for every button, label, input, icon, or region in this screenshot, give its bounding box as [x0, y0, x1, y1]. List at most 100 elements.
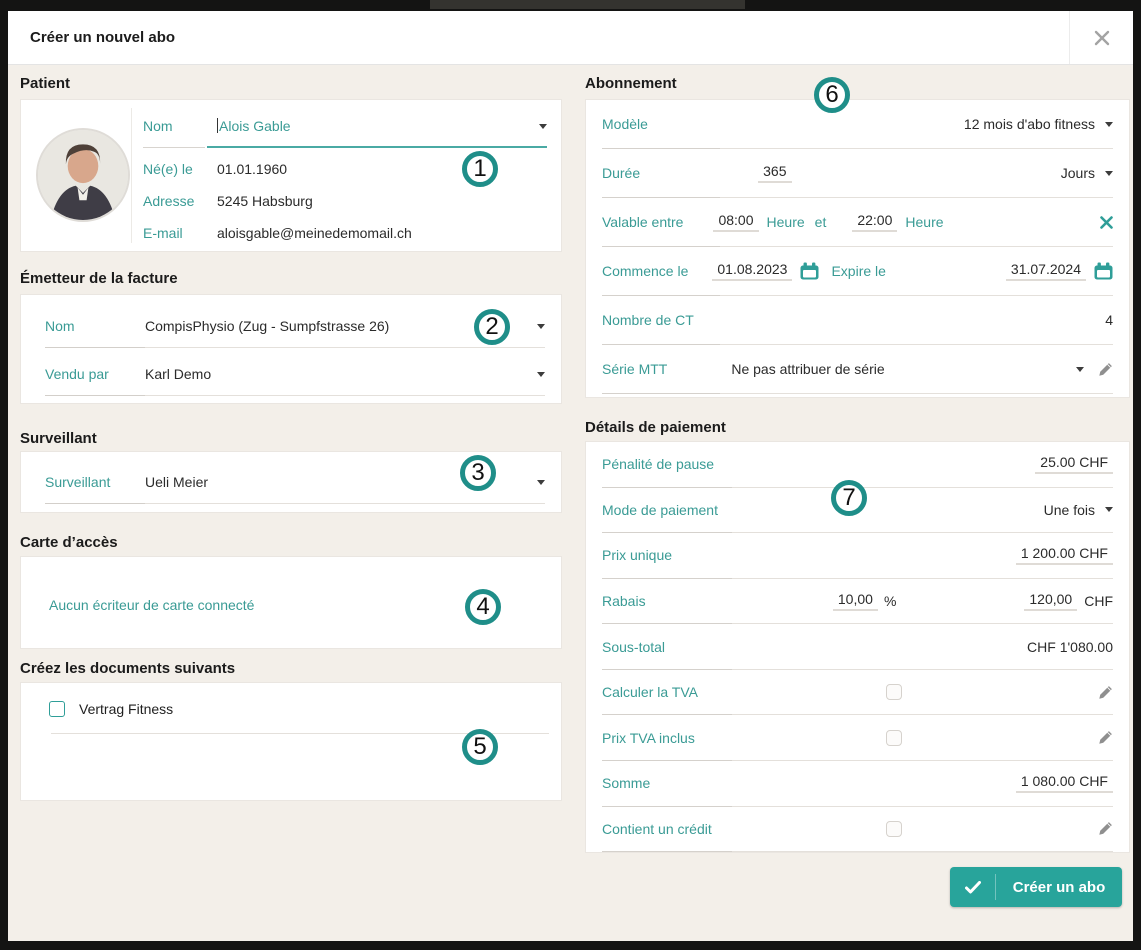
annotation-circle-3: 3 — [460, 455, 496, 491]
pause-penalty-value[interactable]: 25.00 CHF — [1035, 454, 1113, 474]
document-item-label: Vertrag Fitness — [79, 701, 173, 717]
mtt-series-dropdown-caret[interactable] — [1076, 367, 1084, 372]
credit-checkbox[interactable] — [886, 821, 902, 837]
text-cursor — [217, 118, 218, 133]
supervisor-label: Surveillant — [45, 474, 145, 490]
patient-email-label: E-mail — [143, 225, 217, 241]
issuer-seller-value[interactable]: Karl Demo — [145, 366, 211, 382]
vat-calc-row: Calculer la TVA — [602, 670, 1113, 716]
access-card-section-title: Carte d’accès — [20, 534, 118, 551]
valid-from-input[interactable]: 08:00 — [713, 212, 758, 232]
model-value[interactable]: 12 mois d'abo fitness — [964, 116, 1095, 132]
discount-amount-unit: CHF — [1084, 593, 1113, 609]
dialog-header: Créer un nouvel abo — [8, 11, 1133, 65]
duration-unit-dropdown-caret[interactable] — [1105, 171, 1113, 176]
credit-edit-icon[interactable] — [1098, 821, 1113, 836]
patient-photo — [38, 130, 128, 220]
name-input-focus-underline — [207, 146, 547, 148]
pause-penalty-label: Pénalité de pause — [602, 456, 714, 472]
subscription-section-title: Abonnement — [585, 75, 677, 92]
valid-and-label: et — [815, 214, 827, 230]
access-card-status: Aucun écriteur de carte connecté — [49, 597, 254, 613]
valid-between-row: Valable entre 08:00 Heure et 22:00 Heure — [602, 198, 1113, 247]
mtt-series-label: Série MTT — [602, 361, 667, 377]
patient-avatar — [36, 128, 130, 222]
start-calendar-icon[interactable] — [800, 262, 819, 280]
subtotal-label: Sous-total — [602, 639, 665, 655]
ct-count-value[interactable]: 4 — [1105, 312, 1113, 328]
vat-calc-label: Calculer la TVA — [602, 684, 698, 700]
discount-percent-input[interactable]: 10,00 — [833, 591, 878, 611]
supervisor-value[interactable]: Ueli Meier — [145, 474, 208, 490]
model-dropdown-caret[interactable] — [1105, 122, 1113, 127]
issuer-section-title: Émetteur de la facture — [20, 270, 178, 287]
create-subscription-dialog: Créer un nouvel abo Patient — [8, 11, 1133, 941]
payment-mode-dropdown-caret[interactable] — [1105, 507, 1113, 512]
discount-row: Rabais 10,00 % 120,00 CHF — [602, 579, 1113, 625]
valid-from-unit[interactable]: Heure — [767, 214, 805, 230]
patient-section-title: Patient — [20, 75, 70, 92]
discount-amount-input[interactable]: 120,00 — [1024, 591, 1077, 611]
close-button[interactable] — [1069, 11, 1133, 64]
annotation-circle-1: 1 — [462, 151, 498, 187]
create-subscription-button[interactable]: Créer un abo — [950, 867, 1122, 907]
subscription-card: Modèle 12 mois d'abo fitness Durée 365 J… — [585, 99, 1130, 398]
pause-penalty-row: Pénalité de pause 25.00 CHF — [602, 442, 1113, 488]
issuer-name-underline — [45, 347, 545, 348]
annotation-circle-6: 6 — [814, 77, 850, 113]
issuer-seller-label: Vendu par — [45, 366, 145, 382]
end-label: Expire le — [831, 263, 885, 279]
model-label: Modèle — [602, 116, 648, 132]
mtt-series-value[interactable]: Ne pas attribuer de série — [731, 361, 884, 377]
patient-name-input[interactable]: Alois Gable — [217, 118, 291, 134]
payment-mode-value[interactable]: Une fois — [1044, 502, 1095, 518]
issuer-seller-dropdown-caret[interactable] — [537, 372, 545, 377]
unit-price-value[interactable]: 1 200.00 CHF — [1016, 545, 1113, 565]
credit-label: Contient un crédit — [602, 821, 712, 837]
sum-value[interactable]: 1 080.00 CHF — [1016, 773, 1113, 793]
duration-unit[interactable]: Jours — [1061, 165, 1095, 181]
patient-card-divider — [131, 108, 132, 243]
supervisor-dropdown-caret[interactable] — [537, 480, 545, 485]
dates-row: Commence le 01.08.2023 Expire le 31.07.2… — [602, 247, 1113, 296]
vat-calc-checkbox[interactable] — [886, 684, 902, 700]
supervisor-underline — [45, 503, 545, 504]
dimmed-background — [430, 0, 745, 9]
issuer-name-value[interactable]: CompisPhysio (Zug - Sumpfstrasse 26) — [145, 318, 389, 334]
issuer-name-label: Nom — [45, 318, 145, 334]
end-calendar-icon[interactable] — [1094, 262, 1113, 280]
vat-incl-row: Prix TVA inclus — [602, 715, 1113, 761]
model-row: Modèle 12 mois d'abo fitness — [602, 100, 1113, 149]
document-checkbox[interactable] — [49, 701, 65, 717]
end-date-input[interactable]: 31.07.2024 — [1006, 261, 1086, 281]
clear-validity-icon[interactable] — [1100, 216, 1113, 229]
close-icon — [1093, 29, 1111, 47]
discount-label: Rabais — [602, 593, 646, 609]
start-date-input[interactable]: 01.08.2023 — [712, 261, 792, 281]
unit-price-row: Prix unique 1 200.00 CHF — [602, 533, 1113, 579]
vat-calc-edit-icon[interactable] — [1098, 685, 1113, 700]
discount-percent-unit: % — [884, 593, 896, 609]
issuer-seller-underline — [45, 395, 545, 396]
sum-row: Somme 1 080.00 CHF — [602, 761, 1113, 807]
annotation-circle-2: 2 — [474, 309, 510, 345]
patient-name-row: Nom Alois Gable — [143, 112, 547, 140]
duration-input[interactable]: 365 — [758, 163, 791, 183]
issuer-name-dropdown-caret[interactable] — [537, 324, 545, 329]
screen: Créer un nouvel abo Patient — [0, 0, 1141, 950]
patient-name-dropdown-caret[interactable] — [539, 124, 547, 129]
mtt-series-edit-icon[interactable] — [1098, 362, 1113, 377]
annotation-circle-5: 5 — [462, 729, 498, 765]
sum-label: Somme — [602, 775, 650, 791]
valid-between-label: Valable entre — [602, 214, 683, 230]
valid-to-unit[interactable]: Heure — [905, 214, 943, 230]
patient-address-value: 5245 Habsburg — [217, 193, 313, 209]
issuer-name-row: Nom CompisPhysio (Zug - Sumpfstrasse 26) — [45, 309, 545, 343]
patient-birth-label: Né(e) le — [143, 161, 217, 177]
vat-incl-checkbox[interactable] — [886, 730, 902, 746]
vat-incl-edit-icon[interactable] — [1098, 730, 1113, 745]
patient-name-label: Nom — [143, 118, 217, 134]
valid-to-input[interactable]: 22:00 — [852, 212, 897, 232]
duration-label: Durée — [602, 165, 640, 181]
supervisor-section-title: Surveillant — [20, 430, 97, 447]
